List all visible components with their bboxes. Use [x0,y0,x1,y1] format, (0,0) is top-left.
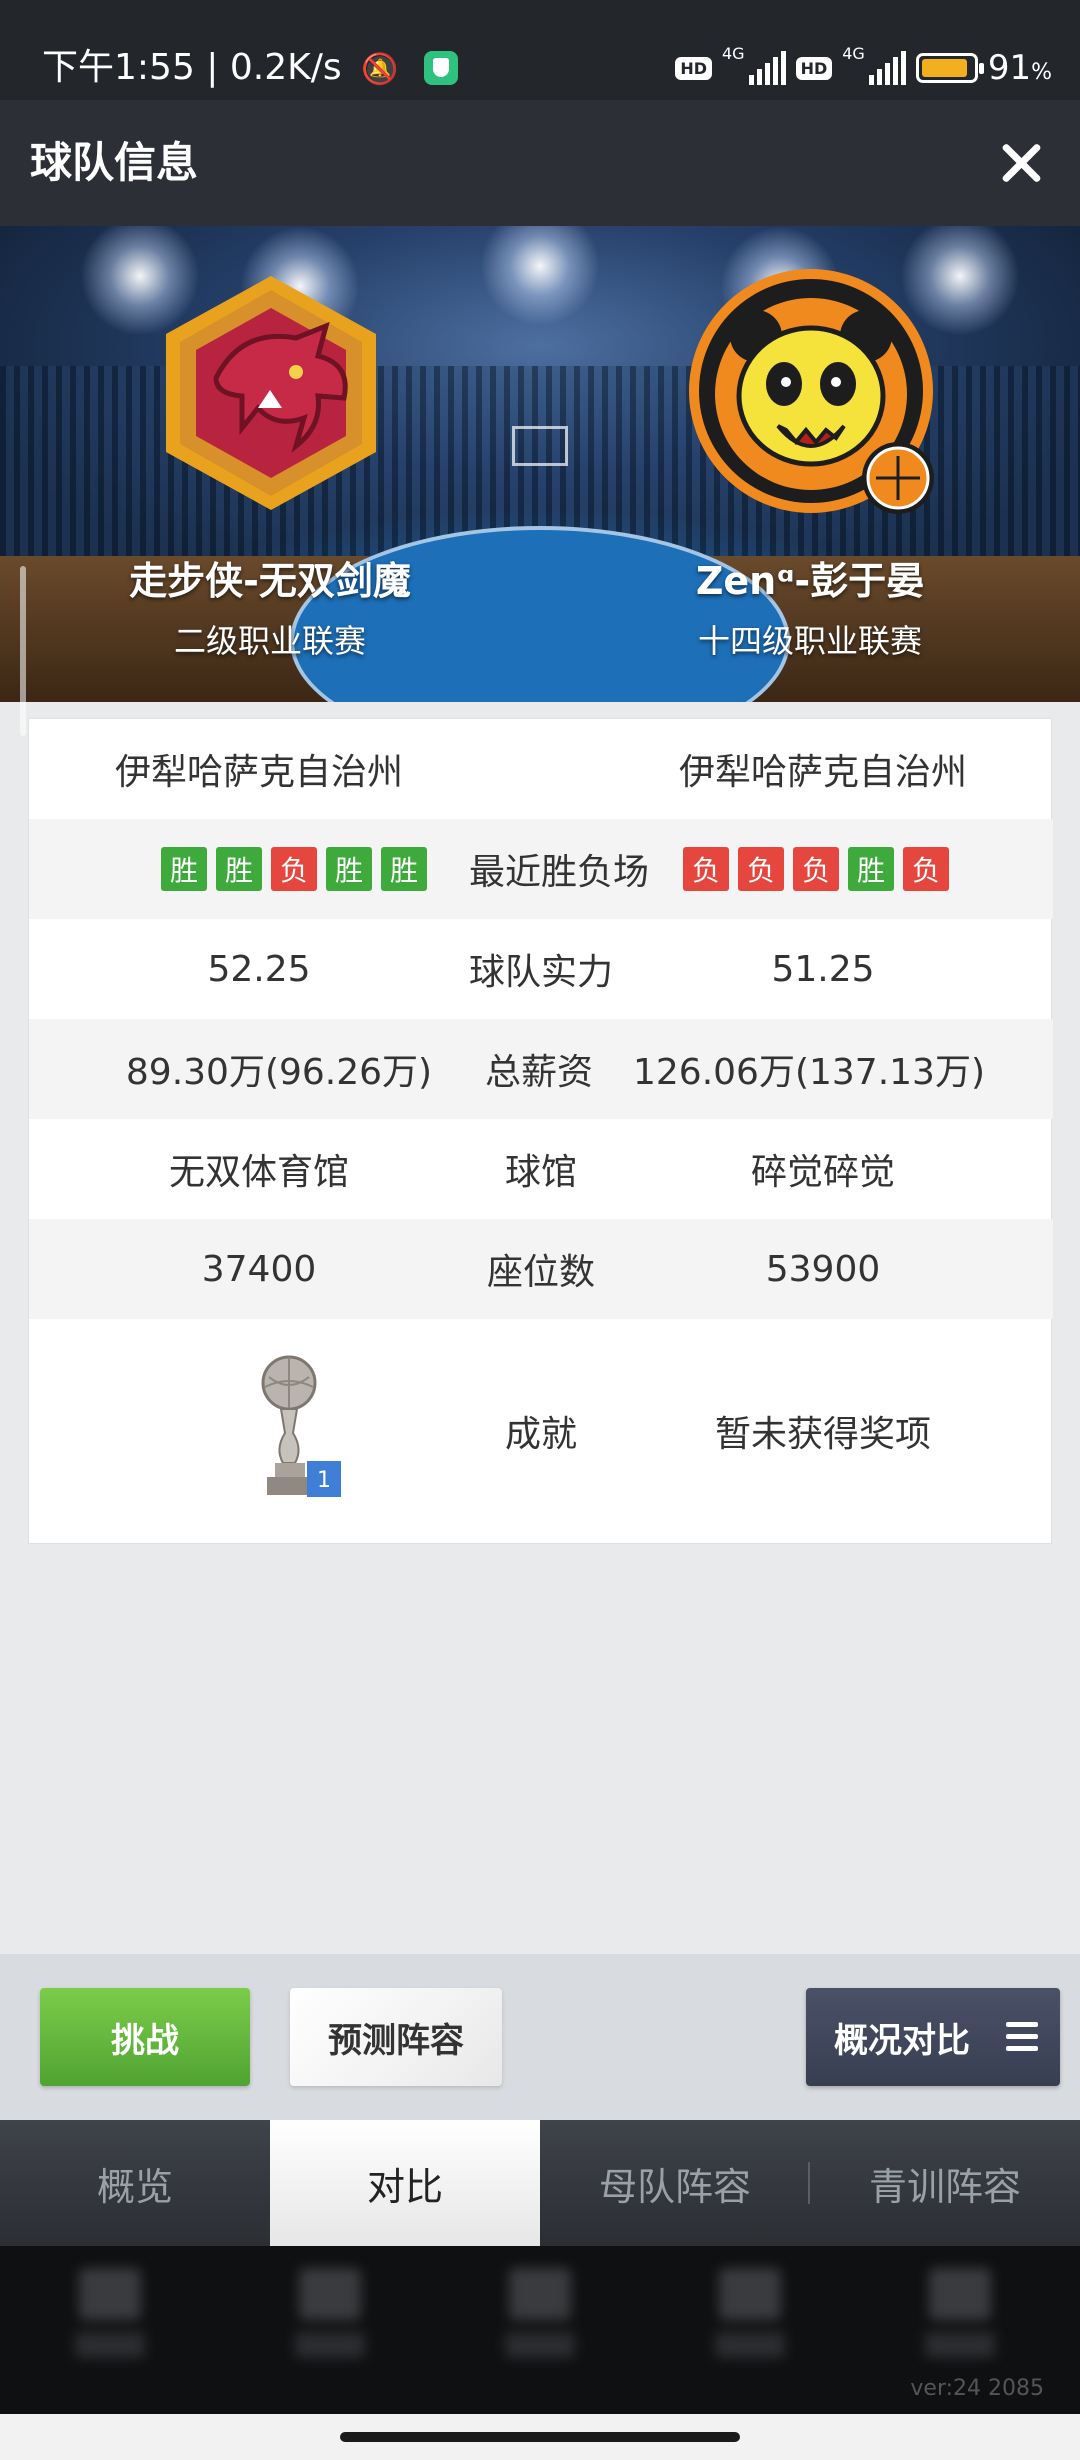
left-team-league: 二级职业联赛 [173,622,366,660]
nav-item[interactable] [70,2268,150,2378]
left-result-badge: 负 [271,847,317,891]
right-team-name: Zenᵅ-彭于晏 [695,559,925,603]
challenge-button[interactable]: 挑战 [40,1988,250,2086]
home-gesture-handle[interactable] [340,2432,740,2442]
right-team-arena: 碎觉碎觉 [750,1152,895,1193]
shield-icon [423,51,458,85]
right-result-badge: 负 [903,847,949,891]
close-icon[interactable] [998,140,1044,186]
compare-row-achievement: 1 成就 暂未获得奖项 [29,1319,1053,1543]
left-result-badge: 胜 [216,847,262,891]
left-team-salary: 89.30万(96.26万) [125,1052,433,1093]
hd-badge: HD [675,56,712,80]
status-bar: 下午1:55 | 0.2K/s 🔕 HD 4G HD 4G 91% [0,0,1080,100]
network-type-label: 4G [722,44,745,63]
status-time-text: 下午1:55 | 0.2K/s [42,47,342,88]
right-team-seats: 53900 [765,1248,881,1290]
right-team-achievement: 暂未获得奖项 [714,1414,931,1455]
network-type-label: 4G [842,44,865,63]
action-bar: 挑战 预测阵容 概况对比 [0,1954,1080,2120]
left-result-badge: 胜 [161,847,207,891]
compare-row-strength: 52.25 球队实力 51.25 [29,919,1053,1019]
scroll-indicator[interactable] [20,566,26,736]
tab-3[interactable]: 青训阵容 [810,2120,1080,2246]
page-title: 球队信息 [30,138,199,187]
predict-lineup-button[interactable]: 预测阵容 [290,1988,502,2086]
compare-row-region: 伊犁哈萨克自治州 伊犁哈萨克自治州 [29,719,1053,819]
version-label: ver:24 2085 [910,2376,1044,2401]
overview-compare-button[interactable]: 概况对比 [806,1988,1060,2086]
tab-bar: 概览 对比 母队阵容 青训阵容 [0,2120,1080,2246]
right-team-salary: 126.06万(137.13万) [632,1052,986,1093]
trophy-icon[interactable]: 1 [253,1353,343,1503]
left-team-region: 伊犁哈萨克自治州 [114,752,403,793]
nav-item[interactable] [290,2268,370,2378]
right-result-badge: 胜 [848,847,894,891]
status-indicators: HD 4G HD 4G 91% [675,44,1052,92]
battery-icon [915,53,984,83]
menu-icon [1006,2022,1038,2052]
right-recent-results: 负负负胜负 [651,819,981,919]
left-recent-results: 胜胜负胜胜 [129,819,459,919]
right-team-region: 伊犁哈萨克自治州 [678,752,967,793]
right-result-badge: 负 [738,847,784,891]
nav-item[interactable] [710,2268,790,2378]
compare-row-arena: 无双体育馆 球馆 碎觉碎觉 [29,1119,1053,1219]
left-result-badges: 胜胜负胜胜 [161,847,427,891]
hd-badge: HD [795,56,833,80]
stadium-light [480,226,600,326]
recent-results-label: 最近胜负场 [468,852,649,893]
right-result-badge: 负 [683,847,729,891]
tab-0[interactable]: 概览 [0,2120,270,2246]
status-time: 下午1:55 | 0.2K/s 🔕 [42,44,458,94]
panda-logo-icon[interactable] [686,266,936,516]
dragon-logo-icon[interactable] [146,268,396,518]
right-team-league: 十四级职业联赛 [697,622,922,660]
left-result-badge: 胜 [326,847,372,891]
basketball-hoop [512,426,568,466]
signal-icon [868,51,906,85]
page-header: 球队信息 [0,100,1080,226]
left-result-badge: 胜 [381,847,427,891]
compare-row-recent: 胜胜负胜胜 最近胜负场 负负负胜负 [29,819,1053,919]
right-result-badge: 负 [793,847,839,891]
bell-off-icon: 🔕 [361,52,399,87]
gesture-bar [0,2414,1080,2460]
trophy-count: 1 [317,1468,331,1493]
overview-compare-label: 概况对比 [834,2020,970,2061]
team-compare-table: 伊犁哈萨克自治州 伊犁哈萨克自治州 胜胜负胜胜 最近胜负场 负负负胜负 52.2… [28,718,1053,1544]
salary-label: 总薪资 [484,1052,593,1093]
signal-icon [748,51,786,85]
battery-level [921,59,968,77]
compare-row-seats: 37400 座位数 53900 [29,1219,1053,1319]
battery-percent: 91% [987,48,1052,88]
bottom-nav: ver:24 2085 [0,2246,1080,2414]
right-result-badges: 负负负胜负 [683,847,949,891]
compare-row-salary: 89.30万(96.26万) 总薪资 126.06万(137.13万) [29,1019,1053,1119]
tab-2[interactable]: 母队阵容 [540,2120,810,2246]
tab-1[interactable]: 对比 [270,2120,540,2246]
right-team-strength: 51.25 [771,948,875,990]
nav-item[interactable] [500,2268,580,2378]
left-team-name: 走步侠-无双剑魔 [129,559,411,603]
nav-item[interactable] [920,2268,1000,2378]
